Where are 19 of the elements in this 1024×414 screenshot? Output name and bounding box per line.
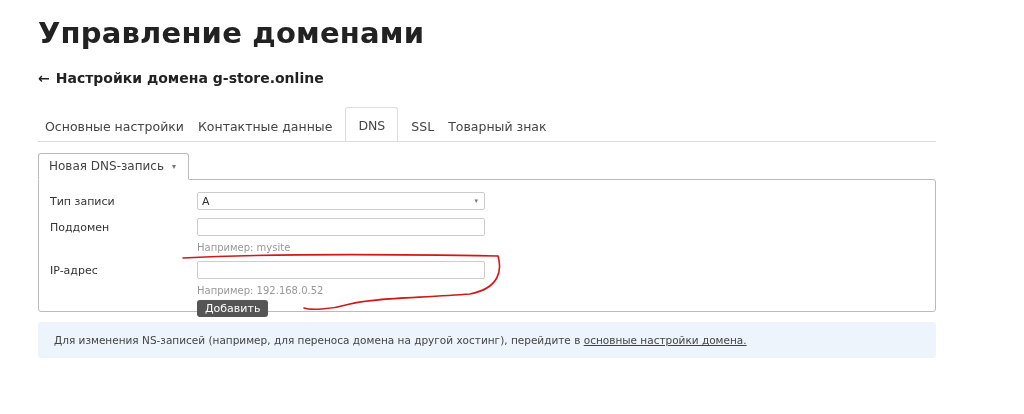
back-arrow-icon[interactable]: ← [38, 70, 50, 86]
tab[interactable]: Контактные данные [191, 109, 340, 142]
field-hint: Например: mysite [197, 242, 292, 253]
tab[interactable]: Товарный знак [441, 109, 554, 142]
info-notice: Для изменения NS-записей (например, для переноса домена на другой хостинг), перейдите в основные настройки домена. [38, 322, 936, 358]
tab[interactable]: SSL [404, 109, 442, 142]
input-field[interactable] [197, 218, 485, 236]
settings-link[interactable]: основные настройки домена. [583, 334, 747, 346]
tab[interactable]: Основные настройки [38, 109, 191, 142]
field-label: Поддомен [50, 220, 111, 236]
field-label: Тип записи [50, 194, 116, 210]
input-field[interactable] [197, 261, 485, 279]
field-hint: Например: 192.168.0.52 [197, 285, 325, 296]
page-title: Управление доменами [38, 16, 426, 50]
new-record-tab[interactable]: Новая DNS-запись ▾ [38, 153, 190, 180]
back-link[interactable]: Настройки домена g-store.online [55, 70, 324, 86]
add-button[interactable]: Добавить [197, 300, 269, 317]
field-label: IP-адрес [50, 263, 99, 279]
tab[interactable]: DNS [345, 107, 399, 141]
